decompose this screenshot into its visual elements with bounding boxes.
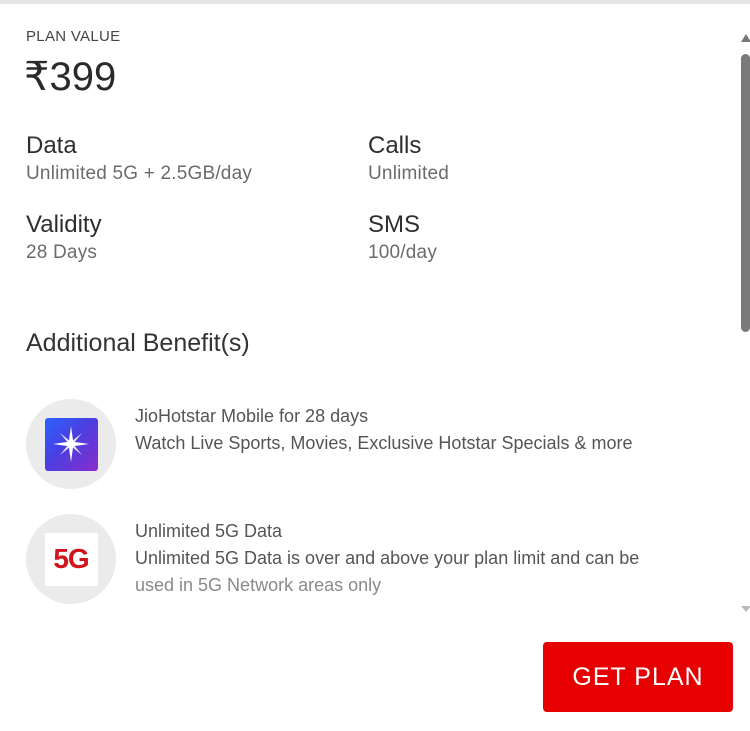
benefits-heading: Additional Benefit(s) [26,329,250,357]
benefit-description: Watch Live Sports, Movies, Exclusive Hot… [135,433,633,453]
spec-data-title: Data [26,132,77,159]
benefit-description: Unlimited 5G Data is over and above your… [135,548,640,568]
plan-details-panel[interactable]: PLAN VALUE ₹399 Data Unlimited 5G + 2.5G… [0,4,750,612]
benefit-text: Unlimited 5G Data Unlimited 5G Data is o… [135,518,715,599]
benefit-icon-circle: 5G [26,514,116,604]
spec-sms-title: SMS [368,211,421,238]
spec-sms-value: 100/day [368,242,438,263]
spec-data-value: Unlimited 5G + 2.5GB/day [26,163,253,184]
benefit-icon-circle [26,399,116,489]
benefit-text: JioHotstar Mobile for 28 days Watch Live… [135,403,715,457]
spec-calls: Calls Unlimited [368,132,449,186]
jiohotstar-icon [44,417,98,471]
plan-value-label: PLAN VALUE [26,28,121,45]
spec-calls-value: Unlimited [368,163,449,184]
scroll-down-arrow-icon[interactable] [741,606,750,612]
spec-data: Data Unlimited 5G + 2.5GB/day [26,132,252,186]
spec-validity-title: Validity [26,211,102,238]
benefit-title: JioHotstar Mobile for 28 days [135,406,369,426]
plan-price: ₹399 [24,55,117,99]
get-plan-button[interactable]: GET PLAN [543,642,733,712]
scroll-up-arrow-icon[interactable] [741,34,750,42]
spec-sms: SMS 100/day [368,211,437,265]
benefit-title: Unlimited 5G Data [135,521,283,541]
vertical-scrollbar[interactable] [740,34,750,612]
scroll-thumb[interactable] [741,54,750,332]
benefit-description-continued: used in 5G Network areas only [135,575,382,595]
5g-icon: 5G [44,532,98,586]
spec-validity: Validity 28 Days [26,211,102,265]
spec-calls-title: Calls [368,132,422,159]
spec-validity-value: 28 Days [26,242,98,263]
